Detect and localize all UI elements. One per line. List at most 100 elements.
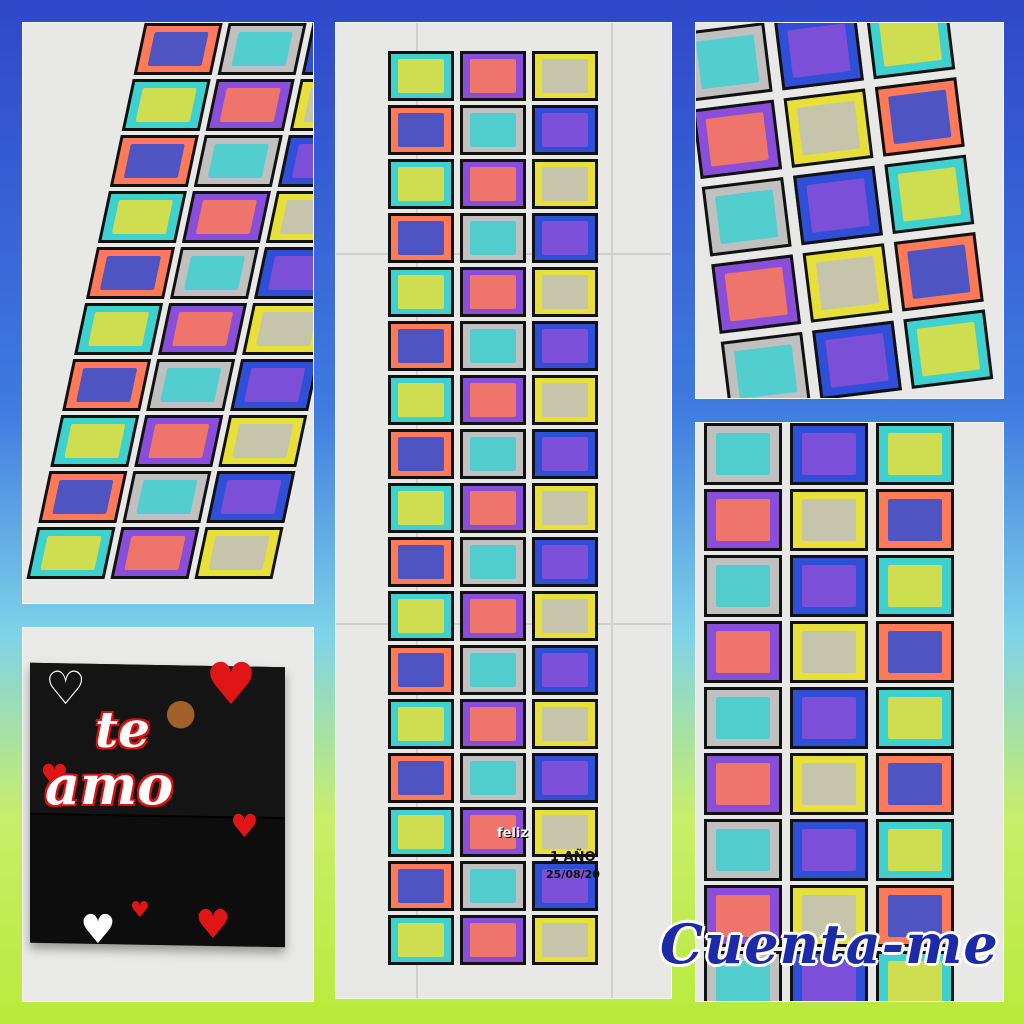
photo-card xyxy=(893,232,984,312)
photo-card xyxy=(704,489,782,551)
photo-card xyxy=(876,489,954,551)
photo-card xyxy=(50,415,140,467)
photo-card xyxy=(122,471,212,523)
photo xyxy=(542,545,588,579)
tile-grid-top-right xyxy=(696,23,1003,398)
photo xyxy=(542,491,588,525)
photo-card xyxy=(217,23,307,75)
photo xyxy=(542,923,588,957)
photo-card xyxy=(790,819,868,881)
photo xyxy=(159,367,222,403)
photo-panel-middle xyxy=(335,22,672,999)
photo xyxy=(398,599,444,633)
photo xyxy=(111,199,174,235)
photo xyxy=(542,59,588,93)
photo-card xyxy=(876,753,954,815)
photo-card xyxy=(532,645,598,695)
photo-card xyxy=(793,165,883,246)
photo-card xyxy=(460,753,526,803)
photo-card xyxy=(109,135,199,187)
photo xyxy=(147,31,210,67)
photo-card xyxy=(460,51,526,101)
photo-card xyxy=(790,621,868,683)
photo-card xyxy=(704,621,782,683)
photo-card xyxy=(460,915,526,965)
photo-card xyxy=(460,375,526,425)
photo xyxy=(887,630,943,674)
photo xyxy=(542,221,588,255)
photo-card xyxy=(532,267,598,317)
floor-grout xyxy=(611,23,613,998)
photo-card xyxy=(388,51,454,101)
photo xyxy=(398,923,444,957)
photo-card xyxy=(874,77,965,157)
photo-card xyxy=(388,915,454,965)
photo xyxy=(398,761,444,795)
photo xyxy=(123,535,187,571)
photo xyxy=(715,432,771,476)
photo xyxy=(801,696,857,740)
photo xyxy=(715,630,771,674)
photo-card xyxy=(205,79,295,131)
photo xyxy=(715,828,771,872)
photo-card xyxy=(206,471,296,523)
photo xyxy=(39,535,103,571)
photo-card xyxy=(790,489,868,551)
photo xyxy=(398,275,444,309)
photo-card xyxy=(532,753,598,803)
photo xyxy=(825,332,889,389)
photo-card xyxy=(790,555,868,617)
brand-logo: Cuenta-me xyxy=(660,912,999,976)
photo xyxy=(207,143,270,179)
photo xyxy=(542,113,588,147)
photo xyxy=(231,31,294,67)
photo-card xyxy=(704,687,782,749)
photo xyxy=(398,329,444,363)
photo xyxy=(887,564,943,608)
photo-card xyxy=(532,591,598,641)
photo-card xyxy=(265,191,313,243)
photo xyxy=(470,329,516,363)
photo-card xyxy=(158,303,248,355)
photo-card xyxy=(532,51,598,101)
photo-panel-top-left xyxy=(22,22,314,604)
photo-card xyxy=(74,303,164,355)
photo-card xyxy=(532,429,598,479)
photo xyxy=(123,143,186,179)
photo xyxy=(470,167,516,201)
photo-card xyxy=(242,303,313,355)
photo-card xyxy=(460,645,526,695)
photo-card xyxy=(121,79,211,131)
photo xyxy=(696,34,760,90)
photo-card xyxy=(388,699,454,749)
photo xyxy=(398,59,444,93)
photo-card xyxy=(711,254,802,334)
photo-card xyxy=(388,753,454,803)
photo xyxy=(470,437,516,471)
heart-icon: ♥ xyxy=(230,807,259,845)
photo xyxy=(715,762,771,806)
photo-card xyxy=(812,320,902,398)
photo xyxy=(398,491,444,525)
photo xyxy=(470,275,516,309)
photo-card xyxy=(865,23,956,80)
photo-card xyxy=(704,819,782,881)
photo-card xyxy=(460,591,526,641)
photo-card xyxy=(903,309,994,389)
photo-card xyxy=(62,359,152,411)
photo-card xyxy=(532,915,598,965)
photo-card xyxy=(460,105,526,155)
anniversary-label: 1 AÑO xyxy=(550,850,596,865)
photo-card xyxy=(460,699,526,749)
photo xyxy=(470,869,516,903)
photo xyxy=(87,311,150,347)
photo-card xyxy=(230,359,313,411)
photo xyxy=(542,167,588,201)
photo xyxy=(51,479,114,515)
photo-card xyxy=(146,359,236,411)
photo-card xyxy=(26,527,116,579)
photo-card xyxy=(783,88,874,168)
photo-card xyxy=(388,861,454,911)
photo-card xyxy=(388,807,454,857)
photo xyxy=(470,221,516,255)
